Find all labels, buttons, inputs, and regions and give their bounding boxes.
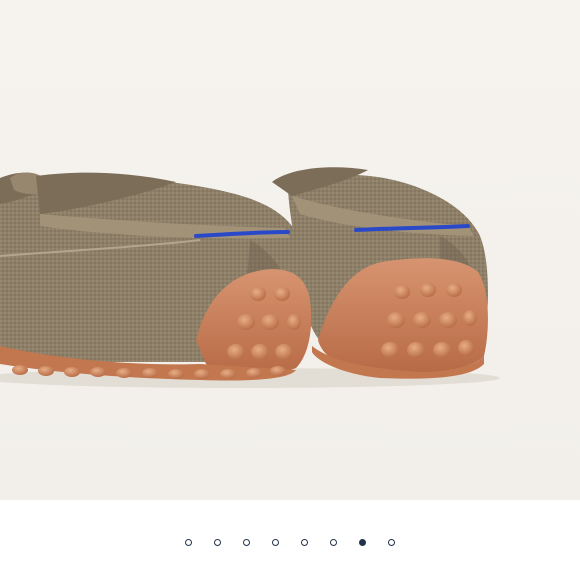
carousel-dot-3[interactable] [243,538,250,546]
carousel-dot-4[interactable] [272,538,279,546]
carousel-dot-5[interactable] [301,538,308,546]
carousel-dot-7-active[interactable] [359,538,366,546]
left-shoe [0,172,312,381]
carousel-dot-6[interactable] [330,538,337,546]
carousel-dot-2[interactable] [214,538,221,546]
image-carousel [0,0,580,580]
carousel-pagination [0,536,580,548]
carousel-dot-1[interactable] [185,538,192,546]
product-photo[interactable] [0,0,580,500]
carousel-dot-8[interactable] [388,538,395,546]
shoe-image [0,167,500,388]
